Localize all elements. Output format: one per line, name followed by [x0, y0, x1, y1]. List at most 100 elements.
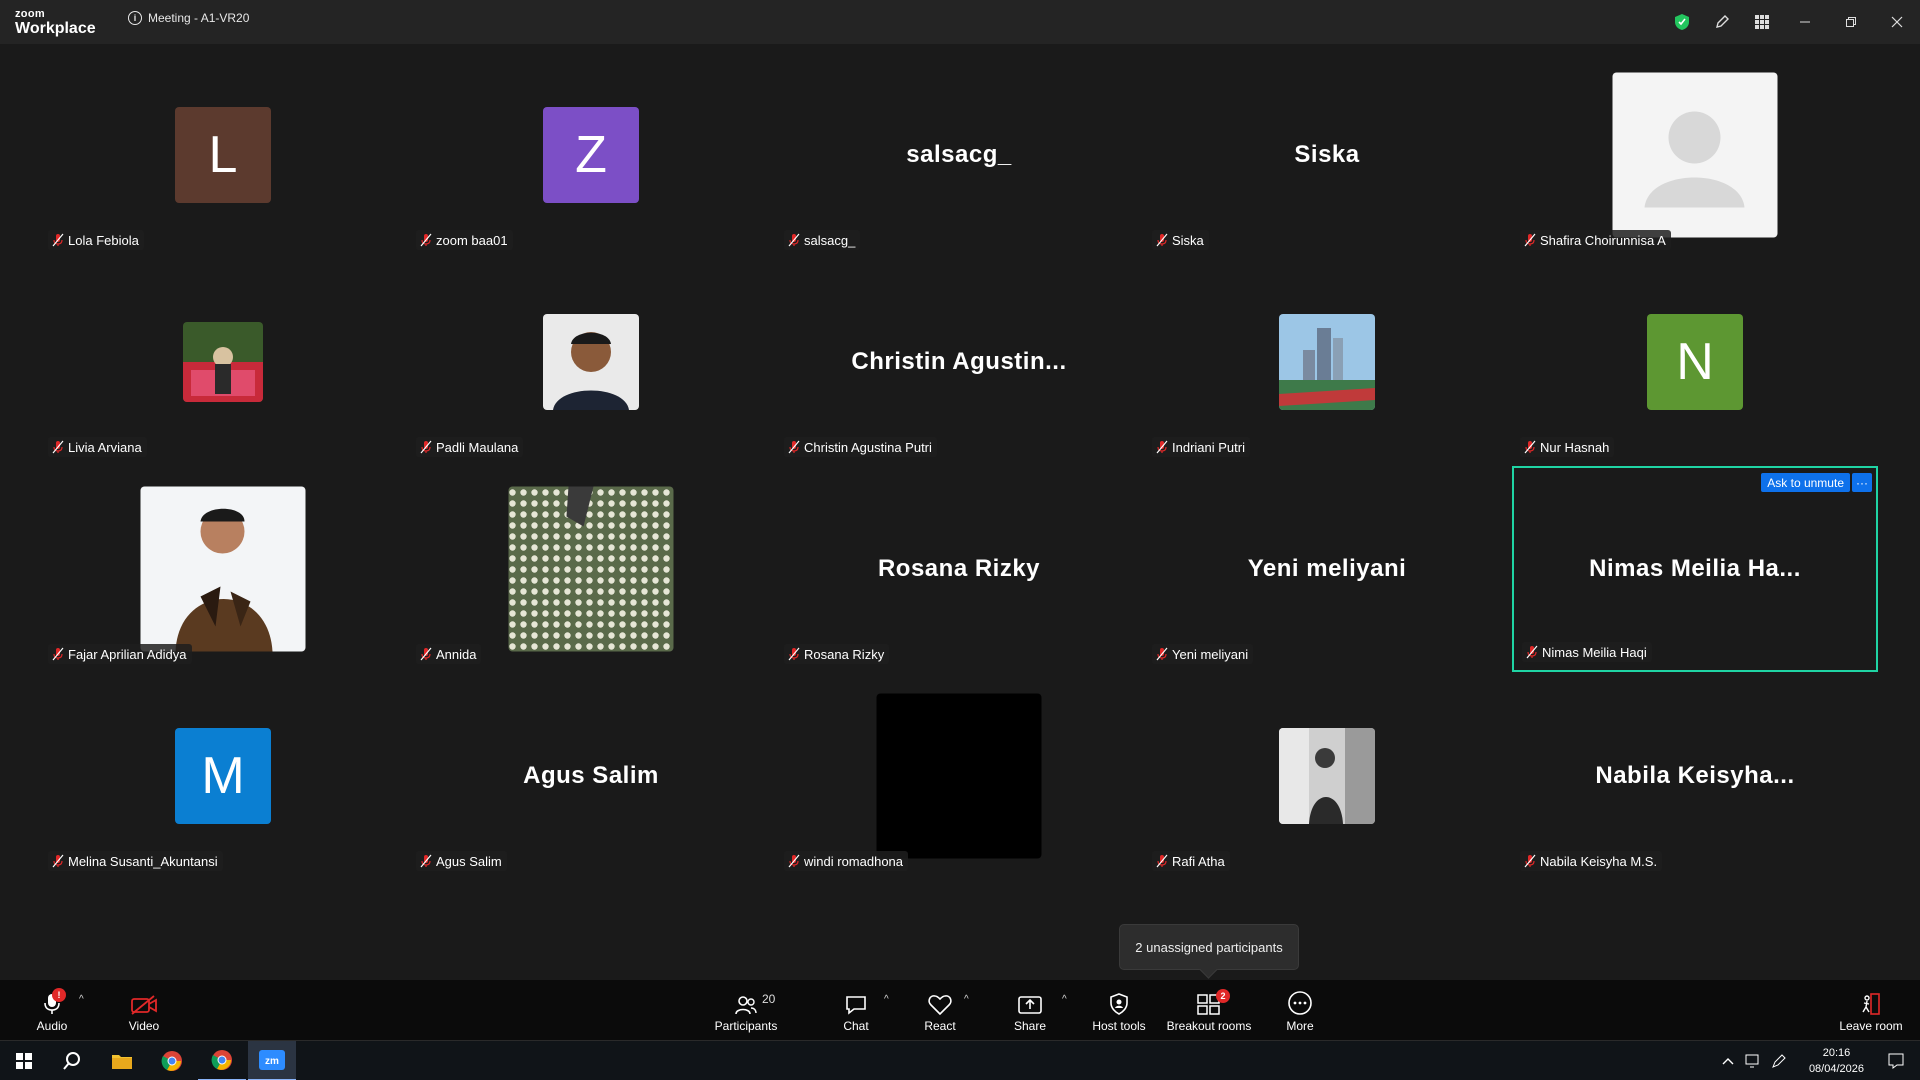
- participant-tile[interactable]: Rosana Rizky Rosana Rizky: [776, 466, 1142, 672]
- info-icon[interactable]: i: [128, 11, 142, 25]
- participant-display-name: Nimas Meilia Ha...: [1589, 555, 1801, 582]
- video-button[interactable]: Video: [124, 980, 164, 1040]
- mic-muted-icon: [52, 440, 64, 454]
- participant-name: Yeni meliyani: [1172, 646, 1249, 662]
- avatar-photo: [1279, 314, 1375, 410]
- avatar-photo: [543, 314, 639, 410]
- mic-muted-icon: [420, 854, 432, 868]
- leave-room-button[interactable]: Leave room: [1836, 980, 1906, 1040]
- breakout-badge: 2: [1216, 989, 1230, 1003]
- mic-muted-icon: [1156, 233, 1168, 247]
- audio-label: Audio: [36, 1018, 68, 1033]
- minimize-icon[interactable]: [1782, 0, 1828, 44]
- windows-start-icon[interactable]: [0, 1041, 48, 1080]
- file-explorer-icon[interactable]: [98, 1041, 146, 1080]
- brand-zoom: zoom: [15, 8, 45, 20]
- participant-tile[interactable]: Livia Arviana: [40, 259, 406, 465]
- mic-muted-icon: [788, 233, 800, 247]
- avatar-photo: [508, 486, 674, 652]
- windows-taskbar: zm 20:16 08/04/2026: [0, 1040, 1920, 1080]
- mic-muted-icon: [1156, 440, 1168, 454]
- participant-tile[interactable]: Siska Siska: [1144, 52, 1510, 258]
- participant-tile[interactable]: N Nur Hasnah: [1512, 259, 1878, 465]
- audio-options-caret[interactable]: ^: [79, 994, 84, 1005]
- participant-nametag: Fajar Aprilian Adidya: [48, 644, 192, 664]
- participant-tile[interactable]: Agus Salim Agus Salim: [408, 673, 774, 879]
- close-icon[interactable]: [1874, 0, 1920, 44]
- avatar-photo: [1279, 728, 1375, 824]
- chrome-icon[interactable]: [148, 1041, 196, 1080]
- pen-icon[interactable]: [1766, 1041, 1792, 1080]
- share-label: Share: [1013, 1018, 1047, 1033]
- avatar-initial: N: [1647, 314, 1743, 410]
- meeting-info[interactable]: i Meeting - A1-VR20: [128, 11, 249, 25]
- participant-tile[interactable]: Christin Agustin... Christin Agustina Put…: [776, 259, 1142, 465]
- restore-icon[interactable]: [1828, 0, 1874, 44]
- zoom-logo: zoom Workplace: [15, 9, 96, 37]
- meeting-title: Meeting - A1-VR20: [148, 11, 250, 25]
- participant-display-name: Yeni meliyani: [1247, 555, 1407, 582]
- participant-tile[interactable]: Shafira Choirunnisa A: [1512, 52, 1878, 258]
- title-bar: zoom Workplace i Meeting - A1-VR20: [0, 0, 1920, 44]
- chrome-profile-icon[interactable]: [198, 1041, 246, 1080]
- participant-name: Agus Salim: [436, 853, 502, 869]
- participants-button[interactable]: Participants: [709, 980, 783, 1040]
- ask-to-unmute-button[interactable]: Ask to unmute: [1761, 473, 1850, 492]
- participants-label: Participants: [714, 1018, 778, 1033]
- network-icon[interactable]: [1740, 1041, 1766, 1080]
- participant-nametag: Nur Hasnah: [1520, 437, 1615, 457]
- chat-icon: [844, 988, 868, 1016]
- participant-tile[interactable]: Padli Maulana: [408, 259, 774, 465]
- participant-name: Shafira Choirunnisa A: [1540, 232, 1666, 248]
- participant-tile[interactable]: Annida: [408, 466, 774, 672]
- video-off-icon: [130, 988, 158, 1016]
- tray-chevron-icon[interactable]: [1716, 1041, 1740, 1080]
- react-label: React: [924, 1018, 956, 1033]
- participant-nametag: Livia Arviana: [48, 437, 147, 457]
- mic-muted-icon: [52, 233, 64, 247]
- chat-button[interactable]: Chat: [836, 980, 876, 1040]
- participant-nametag: Siska: [1152, 230, 1209, 250]
- clock[interactable]: 20:16 08/04/2026: [1809, 1045, 1864, 1077]
- participant-tile[interactable]: Nimas Meilia Ha... Nimas Meilia Haqi Ask t…: [1512, 466, 1878, 672]
- participant-tile[interactable]: Yeni meliyani Yeni meliyani: [1144, 466, 1510, 672]
- grid-apps-icon[interactable]: [1742, 0, 1782, 44]
- shield-icon[interactable]: [1662, 0, 1702, 44]
- participant-tile[interactable]: L Lola Febiola: [40, 52, 406, 258]
- clock-time: 20:16: [1822, 1047, 1851, 1059]
- participant-name: Rosana Rizky: [804, 646, 885, 662]
- react-options-caret[interactable]: ^: [964, 994, 969, 1005]
- participant-tile[interactable]: Fajar Aprilian Adidya: [40, 466, 406, 672]
- participant-tile[interactable]: Zzoom baa01: [408, 52, 774, 258]
- mic-muted-icon: [788, 854, 800, 868]
- participant-nametag: Shafira Choirunnisa A: [1520, 230, 1671, 250]
- share-button[interactable]: Share: [1010, 980, 1050, 1040]
- more-button[interactable]: More: [1280, 980, 1320, 1040]
- pencil-icon[interactable]: [1702, 0, 1742, 44]
- participant-tile[interactable]: Indriani Putri: [1144, 259, 1510, 465]
- participant-tile[interactable]: M Melina Susanti_Akuntansi: [40, 673, 406, 879]
- search-icon[interactable]: [48, 1041, 96, 1080]
- zoom-app-icon[interactable]: zm: [248, 1041, 296, 1080]
- tile-more-options-button[interactable]: ···: [1852, 473, 1872, 492]
- video-label: Video: [128, 1018, 160, 1033]
- notification-icon[interactable]: [1872, 1041, 1920, 1080]
- mic-muted-icon: [52, 647, 64, 661]
- participant-display-name: Christin Agustin...: [851, 348, 1067, 375]
- breakout-rooms-button[interactable]: Breakout rooms: [1163, 980, 1255, 1040]
- participant-name: Livia Arviana: [68, 439, 142, 455]
- chat-options-caret[interactable]: ^: [884, 994, 889, 1005]
- share-options-caret[interactable]: ^: [1062, 994, 1067, 1005]
- participant-name: Siska: [1172, 232, 1204, 248]
- participant-nametag: Yeni meliyani: [1152, 644, 1254, 664]
- participant-tile[interactable]: Nabila Keisyha... Nabila Keisyha M.S.: [1512, 673, 1878, 879]
- participant-tile[interactable]: salsacg_ salsacg_: [776, 52, 1142, 258]
- mic-muted-icon: [1526, 645, 1538, 659]
- participant-tile[interactable]: windi romadhona: [776, 673, 1142, 879]
- participant-display-name: Agus Salim: [523, 762, 659, 789]
- gallery-view: L Lola Febiola Zzoom baa01 salsacg_ salsacg_…: [0, 44, 1920, 980]
- participant-tile[interactable]: Rafi Atha: [1144, 673, 1510, 879]
- react-button[interactable]: React: [920, 980, 960, 1040]
- audio-button[interactable]: ! Audio: [30, 980, 74, 1040]
- host-tools-button[interactable]: Host tools: [1089, 980, 1149, 1040]
